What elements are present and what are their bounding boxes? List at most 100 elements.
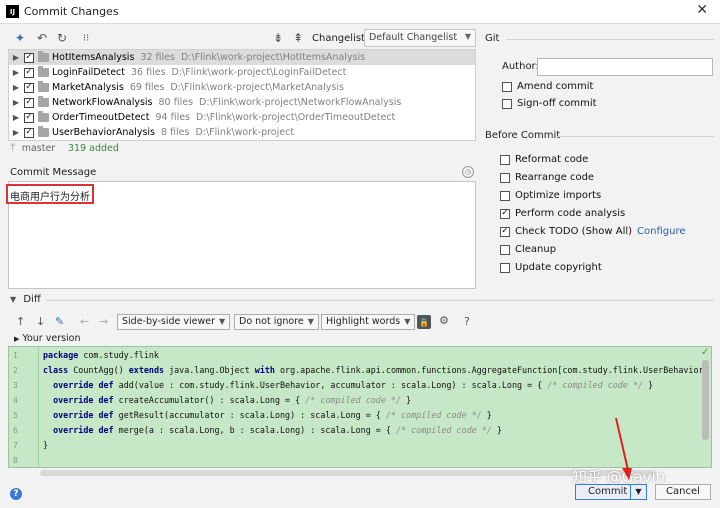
tree-row[interactable]: ▶ ✓ UserBehaviorAnalysis 8 files D:\Flin… (9, 125, 475, 140)
tree-row[interactable]: ▶ ✓ OrderTimeoutDetect 94 files D:\Flink… (9, 110, 475, 125)
author-input[interactable] (537, 58, 713, 76)
rearrange-checkbox[interactable] (500, 172, 510, 183)
amend-checkbox[interactable] (502, 81, 512, 92)
no-problems-check-icon: ✓ (701, 347, 710, 358)
prev-diff-icon[interactable]: ↑ (16, 315, 25, 328)
expand-all-icon[interactable]: ⇟ (270, 30, 286, 46)
code-line: package com.study.flink (43, 350, 159, 360)
collapse-arrow-icon: ▶ (14, 335, 20, 343)
row-checkbox[interactable]: ✓ (24, 67, 34, 78)
expand-arrow-icon[interactable]: ▶ (10, 113, 22, 122)
tree-row[interactable]: ▶ ✓ NetworkFlowAnalysis 80 files D:\Flin… (9, 95, 475, 110)
expand-arrow-icon[interactable]: ▶ (10, 98, 22, 107)
commit-button[interactable]: Commit ▼ (575, 484, 647, 500)
commit-options-dropdown-icon[interactable]: ▼ (630, 485, 646, 499)
group-by-icon[interactable]: ⁝⁝ (78, 30, 94, 46)
analysis-checkbox[interactable]: ✓ (500, 208, 510, 219)
diff-help-icon[interactable]: ? (464, 315, 470, 328)
vertical-scrollbar[interactable] (702, 360, 709, 440)
divider (506, 39, 714, 40)
row-checkbox[interactable]: ✓ (24, 127, 34, 138)
branch-icon: ᛘ (10, 143, 16, 154)
code-line: override def merge(a : scala.Long, b : s… (53, 425, 502, 435)
line-number: 1 (13, 351, 18, 360)
highlight-mode-select[interactable]: Highlight words ▼ (321, 314, 416, 330)
row-checkbox[interactable]: ✓ (24, 112, 34, 123)
magic-refresh-icon[interactable]: ✦ (12, 30, 28, 46)
perform-analysis-option[interactable]: ✓ Perform code analysis (500, 208, 625, 219)
window-title: Commit Changes (24, 5, 119, 18)
row-checkbox[interactable]: ✓ (24, 52, 34, 63)
changes-tree[interactable]: ▶ ✓ HotItemsAnalysis 32 files D:\Flink\w… (8, 49, 476, 141)
chevron-down-icon: ▼ (307, 317, 314, 326)
expand-arrow-icon[interactable]: ▶ (10, 53, 22, 62)
line-number: 6 (13, 426, 18, 435)
author-label: Author: (502, 61, 539, 72)
tree-row[interactable]: ▶ ✓ HotItemsAnalysis 32 files D:\Flink\w… (9, 50, 475, 65)
row-checkbox[interactable]: ✓ (24, 97, 34, 108)
rearrange-code-option[interactable]: Rearrange code (500, 172, 594, 183)
optimize-checkbox[interactable] (500, 190, 510, 201)
diff-toggle[interactable]: ▼ Diff (10, 294, 41, 305)
refresh-icon[interactable]: ↻ (54, 30, 70, 46)
code-line: class CountAgg() extends java.lang.Objec… (43, 365, 704, 375)
signoff-commit-option[interactable]: Sign-off commit (502, 98, 597, 109)
signoff-checkbox[interactable] (502, 98, 512, 109)
reformat-code-option[interactable]: Reformat code (500, 154, 588, 165)
expand-arrow-icon[interactable]: ▶ (10, 68, 22, 77)
check-todo-option[interactable]: ✓ Check TODO (Show All) Configure (500, 226, 686, 237)
expand-arrow-icon[interactable]: ▶ (10, 128, 22, 137)
lock-icon[interactable]: 🔒 (417, 315, 431, 329)
changelist-value: Default Changelist (369, 32, 458, 43)
git-heading: Git (485, 33, 500, 44)
amend-commit-option[interactable]: Amend commit (502, 81, 593, 92)
configure-link[interactable]: Configure (637, 226, 685, 237)
copyright-checkbox[interactable] (500, 262, 510, 273)
branch-name: master (21, 143, 56, 154)
ignore-whitespace-select[interactable]: Do not ignore ▼ (234, 314, 319, 330)
cancel-button[interactable]: Cancel (655, 484, 711, 500)
divider (46, 300, 714, 301)
forward-icon[interactable]: → (99, 315, 108, 328)
added-count: 319 added (68, 143, 119, 154)
module-folder-icon (38, 96, 49, 107)
gear-icon[interactable]: ⚙ (439, 314, 449, 327)
chevron-down-icon: ▼ (404, 317, 411, 326)
divider (556, 136, 714, 137)
viewer-mode-select[interactable]: Side-by-side viewer ▼ (117, 314, 231, 330)
todo-checkbox[interactable]: ✓ (500, 226, 510, 237)
reformat-checkbox[interactable] (500, 154, 510, 165)
module-folder-icon (38, 81, 49, 92)
tree-row[interactable]: ▶ ✓ MarketAnalysis 69 files D:\Flink\wor… (9, 80, 475, 95)
version-label: ▶ Your version (14, 333, 81, 344)
back-icon[interactable]: ← (80, 315, 89, 328)
line-number: 8 (13, 456, 18, 465)
code-line: } (43, 440, 49, 450)
next-diff-icon[interactable]: ↓ (36, 315, 45, 328)
cleanup-checkbox[interactable] (500, 244, 510, 255)
line-number: 7 (13, 441, 18, 450)
module-folder-icon (38, 111, 49, 122)
update-copyright-option[interactable]: Update copyright (500, 262, 602, 273)
history-clock-icon[interactable]: ◷ (462, 166, 474, 178)
code-line: override def getResult(accumulator : sca… (53, 410, 492, 420)
changelist-select[interactable]: Default Changelist ▼ (364, 29, 476, 47)
edit-source-icon[interactable]: ✎ (55, 315, 64, 328)
rollback-icon[interactable]: ↶ (34, 30, 50, 46)
collapse-arrow-icon: ▼ (10, 295, 17, 304)
commit-message-text[interactable]: 电商用户行为分析 (6, 184, 94, 204)
commit-message-label: Commit Message (10, 167, 97, 178)
tree-row[interactable]: ▶ ✓ LoginFailDetect 36 files D:\Flink\wo… (9, 65, 475, 80)
module-folder-icon (38, 66, 49, 77)
code-diff-editor[interactable]: 1 2 3 4 5 6 7 8 package com.study.flink … (8, 346, 712, 468)
cleanup-option[interactable]: Cleanup (500, 244, 556, 255)
expand-arrow-icon[interactable]: ▶ (10, 83, 22, 92)
horizontal-scrollbar[interactable] (40, 470, 656, 476)
row-checkbox[interactable]: ✓ (24, 82, 34, 93)
help-button[interactable]: ? (10, 488, 22, 500)
chevron-down-icon: ▼ (464, 32, 471, 41)
line-number: 5 (13, 411, 18, 420)
optimize-imports-option[interactable]: Optimize imports (500, 190, 601, 201)
close-icon[interactable]: ✕ (696, 2, 708, 18)
collapse-all-icon[interactable]: ⇞ (290, 30, 306, 46)
